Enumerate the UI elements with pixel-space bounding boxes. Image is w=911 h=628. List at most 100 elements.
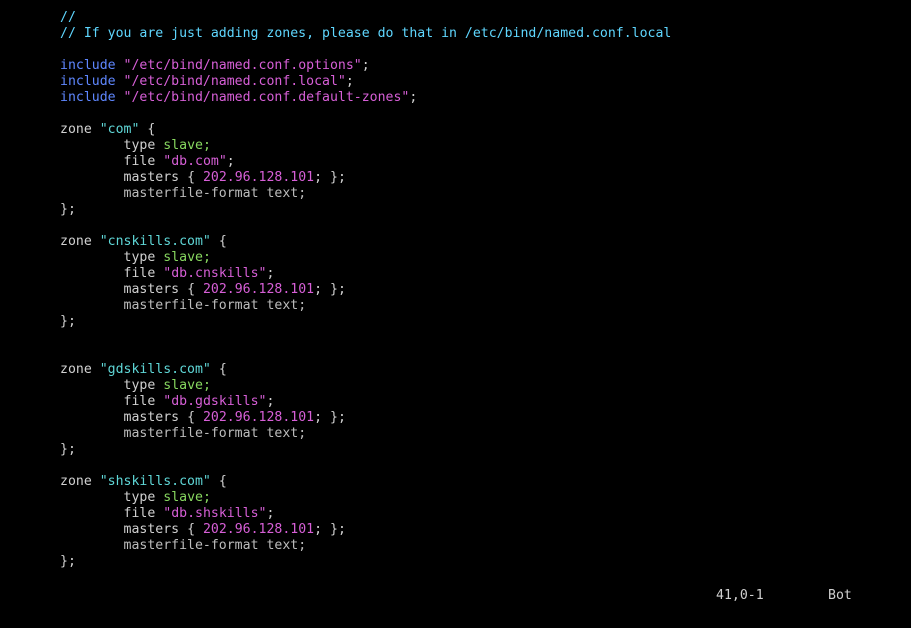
- masterfile-format: masterfile-format text;: [123, 298, 307, 313]
- zone-keyword: zone: [60, 234, 92, 249]
- zone-open-brace: {: [147, 122, 156, 137]
- zone-keyword: zone: [60, 122, 92, 137]
- include-line: include "/etc/bind/named.conf.local";: [60, 74, 900, 90]
- masters-ip: 202.96.128.101: [202, 410, 315, 425]
- zone-header-line: zone "cnskills.com" {: [60, 234, 900, 250]
- zone-keyword: zone: [60, 474, 92, 489]
- zone-format-line: masterfile-format text;: [60, 186, 900, 202]
- masters-keyword: masters: [123, 282, 180, 297]
- comment-text: //: [60, 10, 76, 25]
- zone-keyword: zone: [60, 362, 92, 377]
- zone-masters-line: masters { 202.96.128.101; };: [60, 410, 900, 426]
- zone-masters-line: masters { 202.96.128.101; };: [60, 522, 900, 538]
- zone-close-line: };: [60, 202, 900, 218]
- include-path: "/etc/bind/named.conf.options": [123, 58, 362, 73]
- zone-masters-line: masters { 202.96.128.101; };: [60, 282, 900, 298]
- include-keyword: include: [60, 90, 116, 105]
- zone-name: "cnskills.com": [99, 234, 211, 249]
- masters-keyword: masters: [123, 522, 180, 537]
- zone-close-line: };: [60, 314, 900, 330]
- file-value: "db.com": [163, 154, 227, 169]
- comment-line: //: [60, 10, 900, 26]
- type-value: slave;: [163, 138, 211, 153]
- masters-open-brace: {: [187, 282, 196, 297]
- zone-close-brace: };: [60, 442, 76, 457]
- zone-file-line: file "db.com";: [60, 154, 900, 170]
- type-keyword: type: [123, 250, 156, 265]
- zone-open-brace: {: [218, 474, 227, 489]
- masters-open-brace: {: [187, 410, 196, 425]
- masters-close: ; };: [314, 410, 346, 425]
- zone-open-brace: {: [218, 362, 227, 377]
- masterfile-format: masterfile-format text;: [123, 186, 307, 201]
- type-value: slave;: [163, 378, 211, 393]
- type-keyword: type: [123, 490, 156, 505]
- masterfile-format: masterfile-format text;: [123, 426, 307, 441]
- file-value: "db.shskills": [163, 506, 267, 521]
- masters-open-brace: {: [187, 170, 196, 185]
- masters-close: ; };: [314, 282, 346, 297]
- comment-line: // If you are just adding zones, please …: [60, 26, 900, 42]
- file-keyword: file: [123, 266, 156, 281]
- zone-close-brace: };: [60, 314, 76, 329]
- masters-keyword: masters: [123, 410, 180, 425]
- zone-type-line: type slave;: [60, 378, 900, 394]
- zone-format-line: masterfile-format text;: [60, 298, 900, 314]
- masters-keyword: masters: [123, 170, 180, 185]
- zone-name: "gdskills.com": [99, 362, 211, 377]
- masters-ip: 202.96.128.101: [202, 282, 315, 297]
- include-line: include "/etc/bind/named.conf.options";: [60, 58, 900, 74]
- include-keyword: include: [60, 58, 116, 73]
- zone-format-line: masterfile-format text;: [60, 538, 900, 554]
- zone-name: "com": [99, 122, 140, 137]
- include-path: "/etc/bind/named.conf.local": [123, 74, 346, 89]
- include-semicolon: ;: [361, 58, 370, 73]
- file-keyword: file: [123, 154, 156, 169]
- comment-text: // If you are just adding zones, please …: [60, 26, 672, 41]
- zone-header-line: zone "com" {: [60, 122, 900, 138]
- file-value: "db.gdskills": [163, 394, 267, 409]
- masters-open-brace: {: [187, 522, 196, 537]
- type-value: slave;: [163, 490, 211, 505]
- zone-close-line: };: [60, 442, 900, 458]
- zone-close-brace: };: [60, 554, 76, 569]
- zone-close-brace: };: [60, 202, 76, 217]
- zone-format-line: masterfile-format text;: [60, 426, 900, 442]
- file-value: "db.cnskills": [163, 266, 267, 281]
- zone-header-line: zone "gdskills.com" {: [60, 362, 900, 378]
- zone-name: "shskills.com": [99, 474, 211, 489]
- zone-type-line: type slave;: [60, 490, 900, 506]
- zone-file-line: file "db.cnskills";: [60, 266, 900, 282]
- type-value: slave;: [163, 250, 211, 265]
- cursor-position: 41,0-1: [716, 588, 764, 603]
- file-semicolon: ;: [266, 394, 275, 409]
- scroll-position: Bot: [828, 588, 852, 603]
- zone-file-line: file "db.shskills";: [60, 506, 900, 522]
- file-semicolon: ;: [266, 266, 275, 281]
- include-semicolon: ;: [409, 90, 418, 105]
- vim-status-line: 41,0-1 Bot: [0, 588, 911, 604]
- zone-file-line: file "db.gdskills";: [60, 394, 900, 410]
- zone-open-brace: {: [218, 234, 227, 249]
- zone-type-line: type slave;: [60, 250, 900, 266]
- vim-editor-buffer[interactable]: // // If you are just adding zones, plea…: [60, 10, 900, 570]
- masters-ip: 202.96.128.101: [202, 522, 315, 537]
- file-semicolon: ;: [266, 506, 275, 521]
- masters-close: ; };: [314, 170, 346, 185]
- zone-header-line: zone "shskills.com" {: [60, 474, 900, 490]
- masters-close: ; };: [314, 522, 346, 537]
- zone-masters-line: masters { 202.96.128.101; };: [60, 170, 900, 186]
- zone-type-line: type slave;: [60, 138, 900, 154]
- type-keyword: type: [123, 378, 156, 393]
- file-keyword: file: [123, 394, 156, 409]
- file-keyword: file: [123, 506, 156, 521]
- include-keyword: include: [60, 74, 116, 89]
- masterfile-format: masterfile-format text;: [123, 538, 307, 553]
- include-line: include "/etc/bind/named.conf.default-zo…: [60, 90, 900, 106]
- file-semicolon: ;: [226, 154, 235, 169]
